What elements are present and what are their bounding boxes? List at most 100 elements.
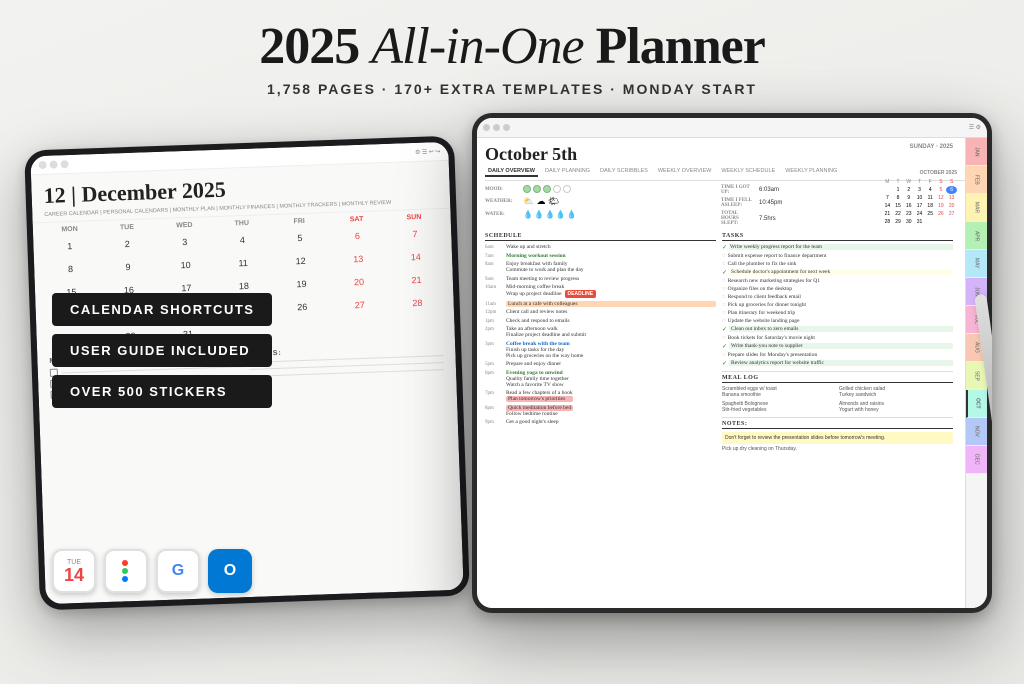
- tab-apr[interactable]: APR: [966, 222, 987, 250]
- drop2: 💧: [534, 210, 544, 219]
- cal-cell-7: 7: [386, 222, 443, 246]
- act-8pm-group: Quick meditation before bed Follow bedti…: [506, 405, 573, 417]
- tab-mar[interactable]: MAR: [966, 194, 987, 222]
- tr-info-left: MOOD: WEATHER:: [485, 185, 717, 229]
- mc-19: 18: [925, 202, 936, 210]
- cal-cell-13: 13: [330, 247, 387, 271]
- total-sleep-val: 7.5hrs: [759, 216, 776, 222]
- mc-8: 7: [882, 194, 893, 202]
- page-wrapper: 2025 All-in-One Planner 1,758 PAGES · 17…: [0, 0, 1024, 684]
- water-label: WATER:: [485, 212, 520, 217]
- tl-topbar-icon-2: [49, 161, 57, 169]
- mood-c1: [523, 185, 531, 193]
- time-got-up-val: 6:03am: [759, 187, 779, 193]
- deadline-badge: DEADLINE: [565, 290, 597, 298]
- sched-item-7pm: 7pm Read a few chapters of a book Plan t…: [485, 390, 716, 402]
- cal-cell-e2: [274, 318, 331, 342]
- tab-daily-planning[interactable]: DAILY PLANNING: [542, 167, 593, 177]
- notes-line-2: [250, 362, 444, 370]
- tr-topbar-icons-right: ☰ ⚙: [969, 124, 981, 131]
- task-3: ○ Call the plumber to fix the sink: [722, 261, 953, 267]
- mood-c3: [543, 185, 551, 193]
- schedule-header: SCHEDULE: [485, 233, 716, 241]
- mc-12: 11: [925, 194, 936, 202]
- task-text-8: Pick up groceries for dinner tonight: [728, 302, 953, 308]
- tab-daily-scribbles[interactable]: DAILY SCRIBBLES: [597, 167, 651, 177]
- act-8am-2: Commute to work and plan the day: [506, 267, 584, 273]
- app-icon-outlook: O: [208, 549, 252, 593]
- mc-18: 17: [914, 202, 925, 210]
- mc-29: 28: [882, 218, 893, 226]
- mc-4: 3: [914, 186, 925, 194]
- check-15: ✓: [722, 360, 727, 367]
- time-8am: 8am: [485, 261, 503, 267]
- tab-weekly-schedule[interactable]: WEEKLY SCHEDULE: [718, 167, 778, 177]
- mc-15: 14: [882, 202, 893, 210]
- app-icons: TUE 14: [52, 549, 252, 593]
- sched-item-6am: 6am Wake up and stretch: [485, 244, 716, 250]
- mcd-t: T: [893, 178, 904, 186]
- mood-label: MOOD:: [485, 187, 520, 192]
- cal-cell-8: 8: [42, 257, 99, 281]
- mcd-f: F: [925, 178, 936, 186]
- tab-daily-overview[interactable]: DAILY OVERVIEW: [485, 167, 538, 177]
- reminder-dot-blue: [122, 576, 128, 582]
- task-text-7: Respond to client feedback email: [728, 294, 953, 300]
- meal-snack-col: Almonds and raisins Yogurt with honey: [839, 401, 953, 413]
- mc-26: 25: [925, 210, 936, 218]
- sched-item-11am: 11am Lunch at a cafe with colleagues: [485, 301, 716, 307]
- check-13: ✓: [722, 343, 727, 350]
- mc-3: 2: [903, 186, 914, 194]
- tab-weekly-planning[interactable]: WEEKLY PLANNING: [782, 167, 840, 177]
- task-text-2: Submit expense report to finance departm…: [728, 253, 953, 259]
- tab-weekly-overview[interactable]: WEEKLY OVERVIEW: [655, 167, 715, 177]
- tr-topbar-icon-2: [493, 124, 500, 131]
- mc-2: 1: [893, 186, 904, 194]
- mc-28: 27: [946, 210, 957, 218]
- tab-nov[interactable]: NOV: [966, 418, 987, 446]
- mc-10: 9: [903, 194, 914, 202]
- meal-grid: Scrambled eggs w/ toast Banana smoothie …: [722, 386, 953, 413]
- mc-22: 21: [882, 210, 893, 218]
- sched-item-8am: 8am Enjoy breakfast with family Commute …: [485, 261, 716, 273]
- day-mon: MON: [41, 225, 99, 234]
- sched-item-7am: 7am Morning workout session: [485, 253, 716, 259]
- tab-may[interactable]: MAY: [966, 250, 987, 278]
- act-6pm-1: Evening yoga to unwind: [506, 370, 569, 376]
- sched-item-5pm: 5pm Prepare and enjoy dinner: [485, 361, 716, 367]
- tr-topbar-icon-1: [483, 124, 490, 131]
- tr-topbar: ☰ ⚙: [477, 118, 987, 138]
- drop1: 💧: [523, 210, 533, 219]
- meal-lunch-col: Grilled chicken salad Turkey sandwich: [839, 386, 953, 398]
- mc-25: 24: [914, 210, 925, 218]
- time-9pm: 9pm: [485, 419, 503, 425]
- meal-l2: Turkey sandwich: [839, 392, 953, 398]
- act-8am-group: Enjoy breakfast with family Commute to w…: [506, 261, 584, 273]
- tab-feb[interactable]: FEB: [966, 166, 987, 194]
- tr-date-header: October 5th: [485, 144, 577, 165]
- tablet-right-inner: ☰ ⚙ JAN FEB MAR APR MAY JUN JUL AUG SEP …: [477, 118, 987, 608]
- tab-oct[interactable]: OCT: [966, 390, 987, 418]
- water-drops: 💧 💧 💧 💧 💧: [523, 210, 577, 219]
- time-5pm: 5pm: [485, 361, 503, 367]
- cal-num: 14: [64, 566, 84, 584]
- tablet-right: ☰ ⚙ JAN FEB MAR APR MAY JUN JUL AUG SEP …: [472, 113, 992, 613]
- tl-topbar-icon-3: [60, 160, 68, 168]
- tab-jan[interactable]: JAN: [966, 138, 987, 166]
- time-1pm: 1pm: [485, 318, 503, 324]
- cal-cell-14: 14: [387, 245, 444, 269]
- badge-calendar-shortcuts: CALENDAR SHORTCUTS: [52, 293, 272, 326]
- mcd-w: W: [903, 178, 914, 186]
- mc-20: 19: [936, 202, 947, 210]
- act-8pm-1: Quick meditation before bed: [506, 405, 573, 411]
- day-sat: SAT: [328, 215, 386, 224]
- act-2pm-group: Take an afternoon walk Finalize project …: [506, 326, 586, 338]
- tab-dec[interactable]: DEC: [966, 446, 987, 474]
- mc-1: [882, 186, 893, 194]
- check-9: ○: [722, 310, 726, 316]
- sched-item-1pm: 1pm Check and respond to emails: [485, 318, 716, 324]
- task-10: ○ Update the website landing page: [722, 318, 953, 324]
- act-7pm-2: Plan tomorrow's priorities: [506, 396, 573, 402]
- cal-cell-28: 28: [389, 291, 446, 315]
- task-12: ○ Book tickets for Saturday's movie nigh…: [722, 335, 953, 341]
